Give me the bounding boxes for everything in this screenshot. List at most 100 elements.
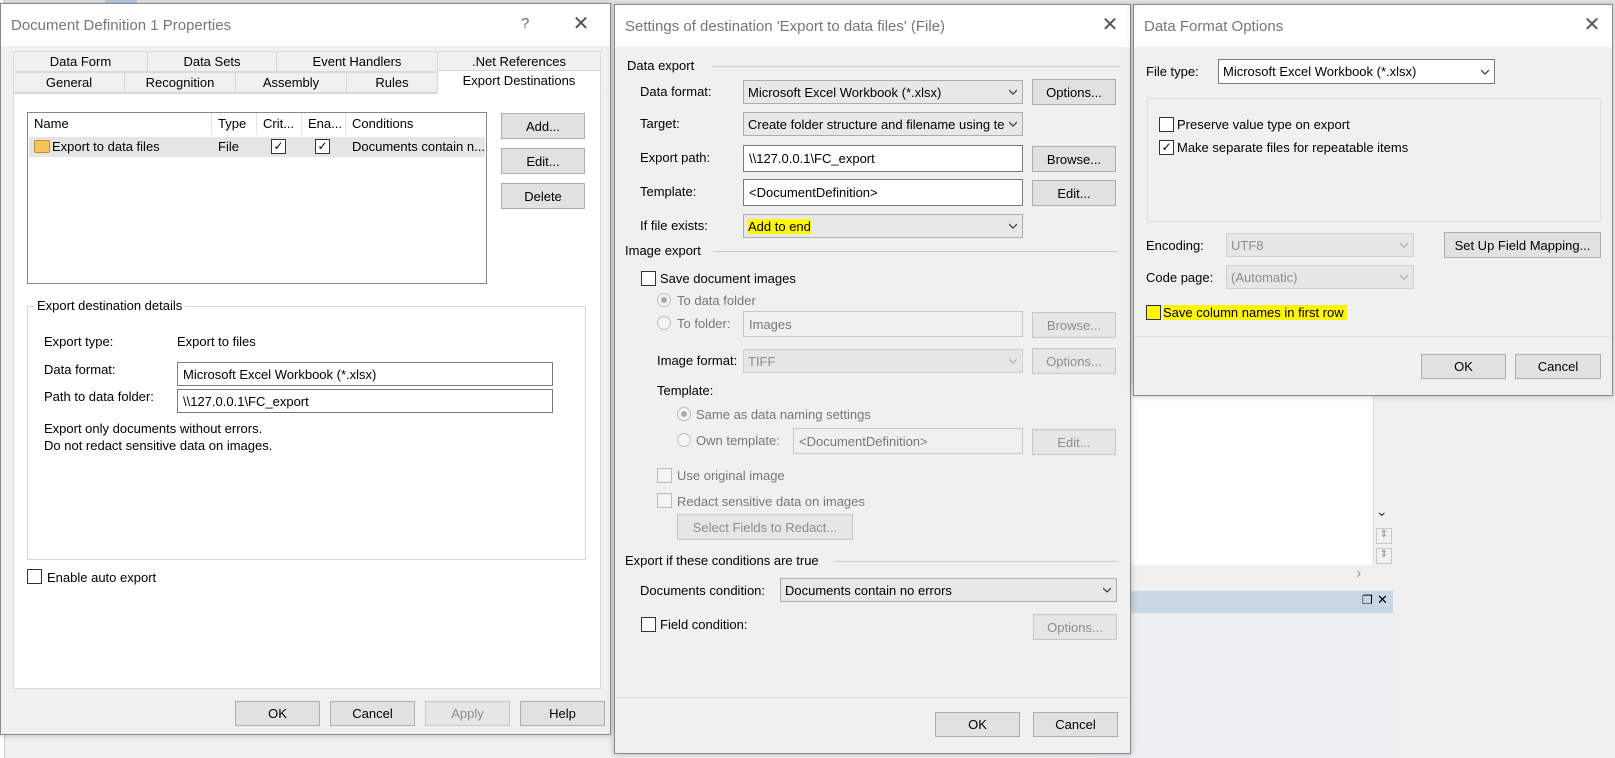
ok-button[interactable]: OK bbox=[1421, 354, 1506, 379]
template-field[interactable]: <DocumentDefinition> bbox=[743, 179, 1023, 206]
ok-button[interactable]: OK bbox=[935, 712, 1020, 737]
close-icon[interactable]: ✕ bbox=[570, 13, 592, 35]
use-original-checkbox[interactable] bbox=[657, 468, 672, 483]
col-enabled[interactable]: Ena... bbox=[302, 113, 346, 135]
if-exists-label: If file exists: bbox=[640, 218, 708, 233]
codepage-value: (Automatic) bbox=[1231, 269, 1298, 285]
chevron-down-icon bbox=[1103, 587, 1111, 593]
restore-icon[interactable]: ❐ bbox=[1362, 593, 1373, 607]
col-type[interactable]: Type bbox=[212, 113, 257, 135]
own-template-edit-button[interactable]: Edit... bbox=[1032, 429, 1116, 455]
tab-assembly[interactable]: Assembly bbox=[235, 72, 347, 93]
col-name[interactable]: Name bbox=[28, 113, 212, 135]
auto-export-label: Enable auto export bbox=[47, 570, 157, 585]
table-row[interactable]: Export to data files File ✓ ✓ Documents … bbox=[29, 137, 485, 157]
browse-button[interactable]: Browse... bbox=[1032, 146, 1116, 172]
if-exists-select[interactable]: Add to end bbox=[743, 214, 1023, 238]
tab-net-references[interactable]: .Net References bbox=[437, 51, 601, 72]
tab-data-form[interactable]: Data Form bbox=[13, 51, 148, 72]
same-as-radio[interactable] bbox=[677, 407, 691, 421]
chevron-right-icon[interactable]: › bbox=[1356, 565, 1361, 583]
auto-export-checkbox[interactable] bbox=[27, 569, 42, 584]
tab-export-destinations[interactable]: Export Destinations bbox=[437, 70, 601, 94]
chevron-down-icon bbox=[1400, 242, 1408, 248]
save-images-checkbox[interactable] bbox=[641, 271, 656, 286]
codepage-label: Code page: bbox=[1146, 270, 1214, 285]
row-enabled-checkbox[interactable]: ✓ bbox=[315, 139, 330, 154]
format-options-button[interactable]: Options... bbox=[1032, 79, 1116, 105]
add-button[interactable]: Add... bbox=[501, 113, 585, 139]
cancel-button[interactable]: Cancel bbox=[330, 701, 415, 726]
separate-files-checkbox[interactable]: ✓ bbox=[1159, 140, 1174, 155]
to-data-folder-radio[interactable] bbox=[657, 293, 671, 307]
export-path-label: Export path: bbox=[640, 150, 711, 165]
preserve-type-checkbox[interactable] bbox=[1159, 117, 1174, 132]
data-format-select[interactable]: Microsoft Excel Workbook (*.xlsx) bbox=[743, 80, 1023, 104]
file-type-label: File type: bbox=[1146, 64, 1199, 79]
delete-button[interactable]: Delete bbox=[501, 183, 585, 209]
chevron-down-icon bbox=[1009, 89, 1017, 95]
folder-field[interactable]: Images bbox=[743, 311, 1023, 337]
cancel-button[interactable]: Cancel bbox=[1033, 712, 1118, 737]
close-icon[interactable]: ✕ bbox=[1099, 14, 1121, 36]
image-browse-button[interactable]: Browse... bbox=[1032, 312, 1116, 338]
bg-panel bbox=[1098, 385, 1393, 565]
destination-settings-dialog: Settings of destination 'Export to data … bbox=[614, 4, 1131, 754]
dialog3-title: Data Format Options bbox=[1144, 18, 1284, 35]
help-icon[interactable]: ? bbox=[521, 15, 529, 32]
details-legend: Export destination details bbox=[34, 298, 186, 313]
select-fields-button[interactable]: Select Fields to Redact... bbox=[677, 514, 853, 540]
folder-icon bbox=[34, 140, 50, 153]
save-column-names-checkbox[interactable] bbox=[1146, 305, 1161, 320]
doc-condition-select[interactable]: Documents contain no errors bbox=[780, 578, 1117, 602]
chevron-down-icon[interactable]: ⌄ bbox=[1376, 503, 1388, 520]
own-template-field[interactable]: <DocumentDefinition> bbox=[793, 428, 1023, 454]
encoding-select[interactable]: UTF8 bbox=[1226, 233, 1414, 257]
tab-data-sets[interactable]: Data Sets bbox=[147, 51, 277, 72]
image-format-select[interactable]: TIFF bbox=[743, 349, 1023, 373]
file-type-select[interactable]: Microsoft Excel Workbook (*.xlsx) bbox=[1218, 59, 1495, 84]
encoding-label: Encoding: bbox=[1146, 238, 1204, 253]
own-template-radio[interactable] bbox=[677, 433, 691, 447]
field-condition-checkbox[interactable] bbox=[641, 617, 656, 632]
template-edit-button[interactable]: Edit... bbox=[1032, 180, 1116, 206]
image-template-label: Template: bbox=[657, 383, 714, 398]
scroll-small-icon-2[interactable]: ⇕ bbox=[1376, 548, 1392, 564]
tab-event-handlers[interactable]: Event Handlers bbox=[276, 51, 438, 72]
row-name: Export to data files bbox=[52, 139, 160, 154]
row-critical-checkbox[interactable]: ✓ bbox=[271, 139, 286, 154]
close-panel-icon[interactable]: ✕ bbox=[1377, 592, 1388, 608]
redact-checkbox[interactable] bbox=[657, 493, 672, 508]
close-icon[interactable]: ✕ bbox=[1581, 14, 1603, 36]
col-conditions[interactable]: Conditions bbox=[346, 113, 486, 135]
scroll-small-icon[interactable]: ⇕ bbox=[1376, 528, 1392, 544]
field-options-button[interactable]: Options... bbox=[1033, 614, 1117, 640]
redact-label: Redact sensitive data on images bbox=[677, 494, 865, 509]
apply-button[interactable]: Apply bbox=[425, 701, 510, 726]
bg-bottom-panel bbox=[1098, 613, 1393, 758]
edit-button[interactable]: Edit... bbox=[501, 148, 585, 174]
export-path-field[interactable]: \\127.0.0.1\FC_export bbox=[743, 145, 1023, 172]
to-folder-radio[interactable] bbox=[657, 316, 671, 330]
field-mapping-button[interactable]: Set Up Field Mapping... bbox=[1444, 232, 1601, 258]
data-format-field[interactable]: Microsoft Excel Workbook (*.xlsx) bbox=[177, 362, 553, 386]
image-options-button[interactable]: Options... bbox=[1032, 348, 1116, 374]
codepage-select[interactable]: (Automatic) bbox=[1226, 265, 1414, 289]
col-critical[interactable]: Crit... bbox=[257, 113, 302, 135]
image-format-label: Image format: bbox=[657, 353, 738, 368]
field-condition-label: Field condition: bbox=[660, 617, 748, 632]
tab-rules[interactable]: Rules bbox=[346, 72, 438, 93]
cancel-button[interactable]: Cancel bbox=[1515, 354, 1601, 379]
footer-separator bbox=[616, 697, 1129, 698]
help-button[interactable]: Help bbox=[520, 701, 605, 726]
target-select[interactable]: Create folder structure and filename usi… bbox=[743, 112, 1023, 136]
tab-recognition[interactable]: Recognition bbox=[124, 72, 236, 93]
note-no-errors: Export only documents without errors. bbox=[44, 421, 263, 436]
tab-general[interactable]: General bbox=[13, 72, 125, 93]
to-folder-label: To folder: bbox=[677, 316, 731, 331]
encoding-value: UTF8 bbox=[1231, 237, 1264, 253]
separate-files-label: Make separate files for repeatable items bbox=[1177, 140, 1409, 155]
doc-condition-value: Documents contain no errors bbox=[785, 582, 952, 598]
path-field[interactable]: \\127.0.0.1\FC_export bbox=[177, 389, 553, 413]
ok-button[interactable]: OK bbox=[235, 701, 320, 726]
